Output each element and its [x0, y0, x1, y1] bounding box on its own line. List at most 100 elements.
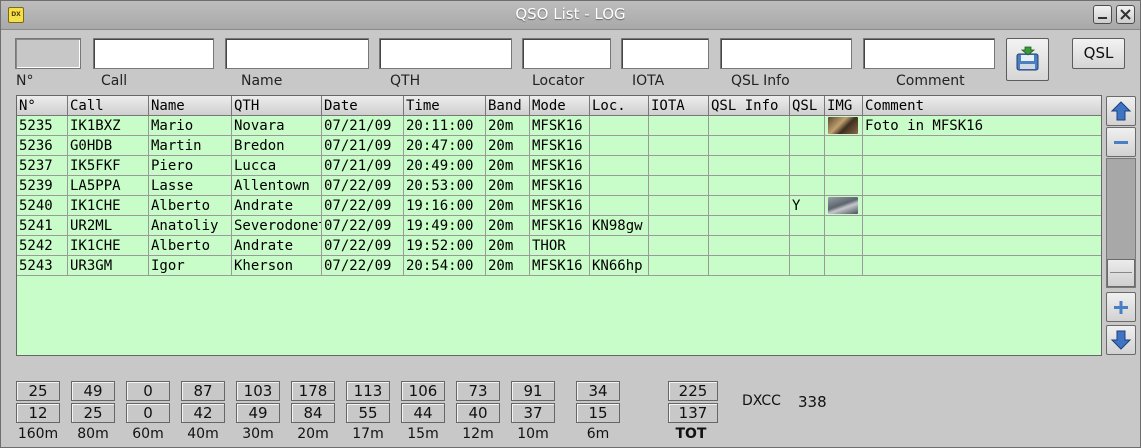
column-header-qth[interactable]: QTH	[232, 96, 322, 116]
cell-mode: MFSK16	[530, 196, 590, 216]
scrollbar-thumb[interactable]	[1107, 259, 1135, 287]
cell-qsl-info	[709, 136, 790, 156]
number-filter-input[interactable]	[15, 38, 81, 69]
column-header-time[interactable]: Time	[404, 96, 486, 116]
cell-mode: MFSK16	[530, 116, 590, 136]
cell-call: IK1CHE	[68, 196, 149, 216]
name-filter-input[interactable]	[225, 38, 369, 69]
cell-number: 5236	[17, 136, 68, 156]
qsl-button[interactable]: QSL	[1072, 38, 1125, 69]
band-80m-top-count: 49	[71, 381, 115, 401]
locator-filter-input[interactable]	[522, 38, 611, 69]
cell-qsl-info	[709, 176, 790, 196]
call-filter-input[interactable]	[93, 38, 214, 69]
cell-mode: MFSK16	[530, 136, 590, 156]
cell-mode: MFSK16	[530, 176, 590, 196]
band-60m-bottom-count: 0	[126, 403, 170, 423]
cell-time: 20:49:00	[404, 156, 486, 176]
column-header-band[interactable]: Band	[486, 96, 530, 116]
column-header-mode[interactable]: Mode	[530, 96, 590, 116]
cell-iota	[649, 116, 709, 136]
cell-number: 5241	[17, 216, 68, 236]
cell-comment	[863, 256, 1101, 276]
title-bar[interactable]: DX QSO List - LOG	[1, 1, 1140, 30]
cell-locator	[590, 196, 649, 216]
cell-qsl-info	[709, 156, 790, 176]
call-label: Call	[101, 73, 128, 89]
cell-band: 20m	[486, 236, 530, 256]
qth-filter-input[interactable]	[379, 38, 512, 69]
band-6m-top-count: 34	[576, 381, 620, 401]
cell-band: 20m	[486, 116, 530, 136]
column-header-img[interactable]: IMG	[825, 96, 863, 116]
cell-qth: Bredon	[232, 136, 322, 156]
plus-icon	[1114, 301, 1128, 314]
cell-number: 5237	[17, 156, 68, 176]
band-label: 20m	[297, 426, 329, 442]
column-header-iota[interactable]: IOTA	[649, 96, 709, 116]
column-header-qsl-info[interactable]: QSL Info	[709, 96, 790, 116]
cell-time: 19:16:00	[404, 196, 486, 216]
band-label: 40m	[187, 426, 219, 442]
arrow-up-icon	[1110, 101, 1132, 121]
cell-locator	[590, 116, 649, 136]
cell-mode: MFSK16	[530, 256, 590, 276]
image-thumbnail[interactable]	[828, 197, 858, 214]
minimize-button[interactable]	[1093, 5, 1112, 24]
iota-filter-input[interactable]	[621, 38, 709, 69]
vertical-scrollbar[interactable]	[1106, 158, 1136, 288]
cell-comment	[863, 196, 1101, 216]
cell-call: UR2ML	[68, 216, 149, 236]
scroll-first-button[interactable]	[1106, 96, 1136, 126]
column-header-call[interactable]: Call	[68, 96, 149, 116]
remove-record-button[interactable]	[1106, 127, 1136, 157]
column-header-number[interactable]: N°	[17, 96, 68, 116]
cell-qsl-info	[709, 196, 790, 216]
cell-number: 5239	[17, 176, 68, 196]
column-header-date[interactable]: Date	[322, 96, 404, 116]
cell-qsl	[790, 136, 825, 156]
cell-name: Igor	[149, 256, 232, 276]
cell-qsl	[790, 256, 825, 276]
column-header-qsl[interactable]: QSL	[790, 96, 825, 116]
scroll-last-button[interactable]	[1106, 325, 1136, 355]
iota-label: IOTA	[632, 73, 665, 89]
cell-img	[825, 176, 863, 196]
close-button[interactable]	[1116, 5, 1135, 24]
cell-number: 5235	[17, 116, 68, 136]
comment-filter-input[interactable]	[863, 38, 995, 69]
cell-locator	[590, 236, 649, 256]
cell-band: 20m	[486, 176, 530, 196]
cell-number: 5242	[17, 236, 68, 256]
cell-iota	[649, 196, 709, 216]
cell-locator: KN98gw	[590, 216, 649, 236]
cell-band: 20m	[486, 136, 530, 156]
dxcc-label: DXCC	[742, 393, 781, 409]
band-30m-bottom-count: 49	[236, 403, 280, 423]
add-record-button[interactable]	[1106, 292, 1136, 322]
image-thumbnail[interactable]	[828, 117, 858, 134]
band-30m-top-count: 103	[236, 381, 280, 401]
band-label: 12m	[462, 426, 494, 442]
disk-save-icon	[1016, 46, 1039, 71]
column-header-name[interactable]: Name	[149, 96, 232, 116]
total-label: TOT	[675, 426, 707, 442]
cell-date: 07/22/09	[322, 196, 404, 216]
cell-qth: Kherson	[232, 256, 322, 276]
column-header-locator[interactable]: Loc.	[590, 96, 649, 116]
cell-call: LA5PPA	[68, 176, 149, 196]
cell-mode: MFSK16	[530, 156, 590, 176]
cell-qsl	[790, 116, 825, 136]
save-export-button[interactable]	[1006, 38, 1049, 81]
qth-label: QTH	[390, 73, 421, 89]
cell-name: Alberto	[149, 196, 232, 216]
window-title: QSO List - LOG	[515, 5, 626, 23]
cell-img	[825, 216, 863, 236]
column-header-comment[interactable]: Comment	[863, 96, 1101, 116]
cell-date: 07/22/09	[322, 256, 404, 276]
qsl-info-filter-input[interactable]	[720, 38, 852, 69]
band-60m-top-count: 0	[126, 381, 170, 401]
cell-qth: Andrate	[232, 236, 322, 256]
cell-time: 20:53:00	[404, 176, 486, 196]
cell-qth: Lucca	[232, 156, 322, 176]
